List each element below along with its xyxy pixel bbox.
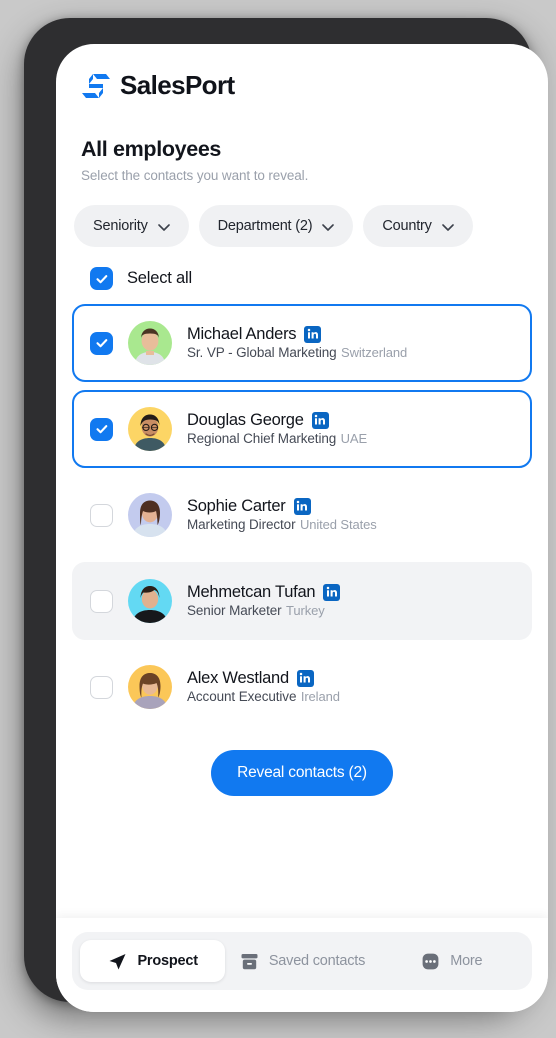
nav-item-more[interactable]: More (379, 940, 524, 982)
nav-item-prospect[interactable]: Prospect (80, 940, 226, 982)
chevron-down-icon (441, 219, 454, 234)
linkedin-icon[interactable] (311, 411, 329, 429)
linkedin-icon[interactable] (293, 497, 311, 515)
contact-card-michael-anders[interactable]: Michael Anders Sr. VP - Global Marketing… (72, 304, 532, 382)
avatar (128, 493, 172, 537)
contact-role: Marketing Director (187, 516, 296, 532)
contact-country: UAE (340, 430, 368, 446)
ellipsis-icon (420, 951, 441, 972)
contact-checkbox[interactable] (90, 675, 113, 699)
contact-name: Douglas George (187, 410, 304, 429)
avatar (128, 407, 172, 451)
avatar (128, 665, 172, 709)
contact-checkbox[interactable] (90, 503, 113, 527)
nav-item-more-label: More (450, 953, 483, 969)
avatar (128, 321, 172, 365)
contact-info: Michael Anders Sr. VP - Global Marketing… (187, 325, 407, 362)
exchange-arrows-icon (81, 73, 111, 99)
contact-role: Account Executive (187, 688, 297, 704)
linkedin-icon[interactable] (296, 669, 314, 687)
contact-country: United States (299, 516, 377, 532)
app-logo: SalesPort (72, 44, 532, 101)
contact-country: Ireland (300, 688, 340, 704)
contact-country: Switzerland (341, 344, 408, 360)
contact-name: Mehmetcan Tufan (187, 582, 316, 601)
contact-list: Michael Anders Sr. VP - Global Marketing… (72, 290, 532, 726)
contact-checkbox[interactable] (90, 589, 113, 613)
chevron-down-icon (322, 219, 335, 234)
filter-chip-department-label: Department (2) (217, 218, 313, 234)
linkedin-icon[interactable] (304, 325, 322, 343)
contact-checkbox[interactable] (90, 331, 113, 355)
contact-role: Senior Marketer (187, 602, 282, 618)
reveal-contacts-button[interactable]: Reveal contacts (2) (211, 750, 393, 796)
contact-checkbox[interactable] (90, 417, 113, 441)
filter-chip-country-label: Country (382, 218, 432, 234)
nav-item-prospect-label: Prospect (137, 953, 198, 969)
contact-name-row: Sophie Carter (187, 497, 377, 516)
nav-item-saved-contacts-label: Saved contacts (268, 953, 366, 969)
check-icon (95, 274, 107, 283)
filter-chip-country[interactable]: Country (363, 205, 473, 247)
avatar (128, 579, 172, 623)
app-content-area: SalesPort All employees Select the conta… (56, 44, 548, 918)
contact-info: Sophie Carter Marketing Director United … (187, 497, 377, 534)
check-icon (95, 339, 107, 348)
select-all-label: Select all (127, 269, 192, 287)
contact-name-row: Alex Westland (187, 669, 340, 688)
contact-info: Mehmetcan Tufan Senior Marketer Turkey (187, 582, 341, 620)
linkedin-icon[interactable] (323, 583, 341, 601)
contact-role: Sr. VP - Global Marketing (187, 344, 337, 360)
contact-name: Michael Anders (187, 324, 297, 343)
filter-chip-row: Seniority Department (2) Country (72, 183, 532, 247)
contact-name: Sophie Carter (187, 496, 286, 515)
contact-role: Regional Chief Marketing (187, 430, 337, 446)
archive-box-icon (239, 951, 260, 972)
filter-chip-department[interactable]: Department (2) (198, 205, 354, 247)
contact-name-row: Michael Anders (187, 325, 407, 344)
filter-chip-seniority[interactable]: Seniority (74, 205, 189, 247)
contact-name-row: Mehmetcan Tufan (187, 582, 341, 602)
select-all-checkbox[interactable] (90, 267, 113, 290)
nav-item-saved-contacts[interactable]: Saved contacts (229, 940, 374, 982)
contact-card-mehmetcan-tufan[interactable]: Mehmetcan Tufan Senior Marketer Turkey (72, 562, 532, 640)
contact-card-alex-westland[interactable]: Alex Westland Account Executive Ireland (72, 648, 532, 726)
page-title: All employees (81, 137, 222, 161)
page-subtitle: Select the contacts you want to reveal. (81, 168, 309, 183)
check-icon (95, 425, 107, 434)
contact-name-row: Douglas George (187, 411, 367, 430)
bottom-nav-pillbox: Prospect Saved contacts More (72, 932, 532, 990)
bottom-navigation-bar: Prospect Saved contacts More (56, 918, 548, 1012)
chevron-down-icon (157, 219, 170, 234)
filter-chip-seniority-label: Seniority (93, 218, 148, 234)
contact-card-sophie-carter[interactable]: Sophie Carter Marketing Director United … (72, 476, 532, 554)
brand-name: SalesPort (120, 70, 235, 100)
contact-info: Alex Westland Account Executive Ireland (187, 669, 340, 706)
device-screen: SalesPort All employees Select the conta… (56, 44, 548, 1012)
contact-country: Turkey (286, 602, 325, 618)
paper-plane-icon (107, 951, 128, 972)
contact-name: Alex Westland (187, 668, 289, 687)
device-frame: SalesPort All employees Select the conta… (24, 18, 548, 1012)
contact-card-douglas-george[interactable]: Douglas George Regional Chief Marketing … (72, 390, 532, 468)
cta-row: Reveal contacts (2) (72, 734, 532, 818)
contact-info: Douglas George Regional Chief Marketing … (187, 411, 367, 448)
select-all-row[interactable]: Select all (72, 247, 532, 290)
page-heading: All employees Select the contacts you wa… (72, 101, 532, 183)
